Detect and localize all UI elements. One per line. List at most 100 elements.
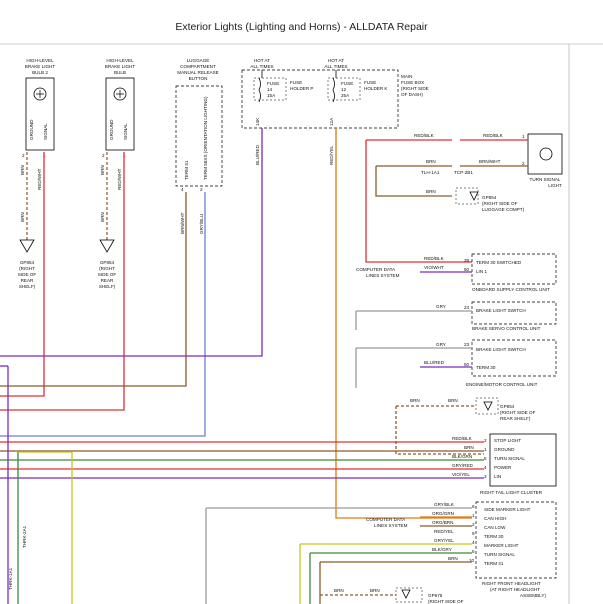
- wiring-diagram: HIGH-LEVEL BRAKE LIGHT BULB 2 GROUND SIG…: [0, 43, 603, 604]
- svg-text:39: 39: [464, 258, 470, 263]
- svg-text:RED/YEL: RED/YEL: [434, 529, 454, 534]
- svg-text:ENGINE/MOTOR CONTROL UNIT: ENGINE/MOTOR CONTROL UNIT: [466, 382, 538, 387]
- svg-text:LIN: LIN: [494, 474, 501, 479]
- bulb2-title-3: BULB 2: [32, 70, 48, 75]
- gp854-rear-shelf-ground: GP854 (RIGHT SIDE OF REAR SHELF) BRN BRN: [410, 397, 536, 421]
- svg-text:25A: 25A: [341, 93, 350, 98]
- svg-text:GP854: GP854: [482, 195, 497, 200]
- svg-text:HOT AT: HOT AT: [254, 58, 270, 63]
- svg-text:MAIN: MAIN: [401, 74, 412, 79]
- svg-text:BLK/GRY: BLK/GRY: [432, 547, 452, 552]
- svg-text:FUSE: FUSE: [290, 80, 302, 85]
- svg-text:BRAKE LIGHT: BRAKE LIGHT: [105, 64, 136, 69]
- svg-text:VIO/WHT: VIO/WHT: [424, 265, 444, 270]
- svg-text:BRN: BRN: [100, 212, 105, 222]
- svg-text:GRY: GRY: [436, 304, 446, 309]
- svg-text:SIDE MARKER LIGHT: SIDE MARKER LIGHT: [484, 507, 531, 512]
- svg-text:GP854: GP854: [100, 260, 115, 265]
- svg-text:1: 1: [484, 447, 487, 452]
- svg-text:5: 5: [472, 549, 475, 554]
- svg-text:BRAKE LIGHT SWITCH: BRAKE LIGHT SWITCH: [476, 347, 526, 352]
- svg-text:RIGHT FRONT HEADLIGHT: RIGHT FRONT HEADLIGHT: [482, 581, 541, 586]
- svg-text:TERM 31: TERM 31: [184, 160, 189, 180]
- svg-text:STOP LIGHT: STOP LIGHT: [494, 438, 521, 443]
- svg-text:FUSE: FUSE: [341, 81, 353, 86]
- svg-text:FUSE: FUSE: [267, 81, 279, 86]
- svg-text:15A: 15A: [267, 93, 276, 98]
- svg-text:1: 1: [472, 513, 475, 518]
- svg-text:BUTTON: BUTTON: [189, 76, 208, 81]
- svg-text:(RIGHT: (RIGHT: [19, 266, 35, 271]
- svg-text:FUSE BOX: FUSE BOX: [401, 80, 424, 85]
- svg-text:BRN: BRN: [448, 556, 458, 561]
- svg-text:RED/BLK: RED/BLK: [424, 256, 445, 261]
- svg-text:BRN: BRN: [370, 588, 380, 593]
- svg-text:(RIGHT SIDE OF: (RIGHT SIDE OF: [500, 410, 536, 415]
- bulb2-title-1: HIGH-LEVEL: [26, 58, 54, 63]
- main-fuse-box-label: MAIN FUSE BOX (RIGHT SIDE OF DASH): [401, 74, 429, 97]
- svg-text:50: 50: [464, 267, 470, 272]
- svg-text:BRN: BRN: [426, 159, 436, 164]
- svg-text:BRAKE SERVO CONTROL UNIT: BRAKE SERVO CONTROL UNIT: [472, 326, 541, 331]
- svg-text:REAR SHELF): REAR SHELF): [500, 416, 531, 421]
- svg-text:COMPUTER DATA: COMPUTER DATA: [366, 517, 406, 522]
- svg-text:TERM 30: TERM 30: [476, 365, 496, 370]
- svg-text:SHELF): SHELF): [99, 284, 116, 289]
- svg-text:THRK-1A1: THRK-1A1: [8, 567, 13, 590]
- svg-text:BRN: BRN: [20, 165, 25, 175]
- svg-text:(RIGHT SIDE OF: (RIGHT SIDE OF: [428, 599, 464, 604]
- svg-text:GROUND: GROUND: [494, 447, 515, 452]
- svg-text:6: 6: [472, 504, 475, 509]
- svg-text:RED/BLK: RED/BLK: [452, 436, 473, 441]
- svg-text:TURN SIGNAL: TURN SIGNAL: [494, 456, 525, 461]
- bulb2-ground-pin: GROUND: [29, 119, 34, 140]
- svg-text:SIDE OF: SIDE OF: [98, 272, 117, 277]
- svg-text:LUGGAGE: LUGGAGE: [187, 58, 210, 63]
- svg-text:POWER: POWER: [494, 465, 512, 470]
- high-level-brake-light-bulb: HIGH-LEVEL BRAKE LIGHT BULB GROUND SIGNA…: [100, 58, 135, 190]
- svg-text:BRN/WHT: BRN/WHT: [180, 212, 185, 234]
- svg-text:BLU/RED: BLU/RED: [255, 144, 260, 165]
- gp854-left-ground: GP854 (RIGHT SIDE OF REAR SHELF): [18, 239, 37, 289]
- svg-text:23: 23: [464, 342, 470, 347]
- svg-text:TURN SIGNAL: TURN SIGNAL: [530, 177, 561, 182]
- svg-text:2: 2: [200, 187, 203, 192]
- svg-text:BRN: BRN: [426, 189, 436, 194]
- svg-text:BRN: BRN: [100, 165, 105, 175]
- svg-text:50: 50: [464, 362, 470, 367]
- svg-text:FUSE: FUSE: [364, 80, 376, 85]
- svg-text:14K: 14K: [255, 117, 260, 126]
- bulb-icon: [539, 147, 553, 161]
- svg-text:REAR: REAR: [21, 278, 34, 283]
- engine-motor-control-unit: 23 50 BRAKE LIGHT SWITCH TERM 30 ENGINE/…: [424, 339, 557, 387]
- svg-text:(AT RIGHT HEADLIGHT: (AT RIGHT HEADLIGHT: [490, 587, 540, 592]
- svg-text:GP854: GP854: [20, 260, 35, 265]
- svg-text:LIN 1: LIN 1: [476, 269, 487, 274]
- svg-text:TERM 30 SWITCHED: TERM 30 SWITCHED: [476, 260, 522, 265]
- svg-text:9: 9: [472, 531, 475, 536]
- svg-text:(RIGHT SIDE OF: (RIGHT SIDE OF: [482, 201, 518, 206]
- svg-text:GRY/BLU: GRY/BLU: [199, 214, 204, 234]
- bulb2-signal-pin: SIGNAL: [43, 123, 48, 140]
- svg-text:TURN SIGNAL: TURN SIGNAL: [484, 552, 515, 557]
- turn-signal-light: 1 2 TURN SIGNAL LIGHT: [522, 133, 563, 188]
- fuse-12: HOT AT ALL TIMES FUSE 12 25A FUSE HOLDER…: [324, 58, 388, 165]
- svg-text:BRN: BRN: [448, 398, 458, 403]
- svg-text:4: 4: [181, 187, 184, 192]
- svg-text:HOT AT: HOT AT: [328, 58, 344, 63]
- svg-text:BRN: BRN: [410, 398, 420, 403]
- svg-text:4: 4: [472, 540, 475, 545]
- svg-text:LIGHT: LIGHT: [548, 183, 562, 188]
- svg-text:TLH-1A1: TLH-1A1: [421, 170, 440, 175]
- onboard-supply-control-unit: 39 50 TERM 30 SWITCHED LIN 1 ONBOARD SUP…: [356, 253, 557, 292]
- svg-text:2: 2: [472, 522, 475, 527]
- svg-text:HOLDER K: HOLDER K: [364, 86, 388, 91]
- svg-text:ORG/GRN: ORG/GRN: [432, 511, 454, 516]
- svg-text:ALL TIMES: ALL TIMES: [324, 64, 347, 69]
- svg-text:SIDE OF: SIDE OF: [18, 272, 37, 277]
- svg-text:GRY/BLK: GRY/BLK: [434, 502, 455, 507]
- svg-text:LINES SYSTEM: LINES SYSTEM: [374, 523, 408, 528]
- svg-text:2: 2: [522, 161, 525, 166]
- svg-text:BRN/WHT: BRN/WHT: [479, 159, 501, 164]
- svg-text:ONBOARD SUPPLY CONTROL UNIT: ONBOARD SUPPLY CONTROL UNIT: [472, 287, 550, 292]
